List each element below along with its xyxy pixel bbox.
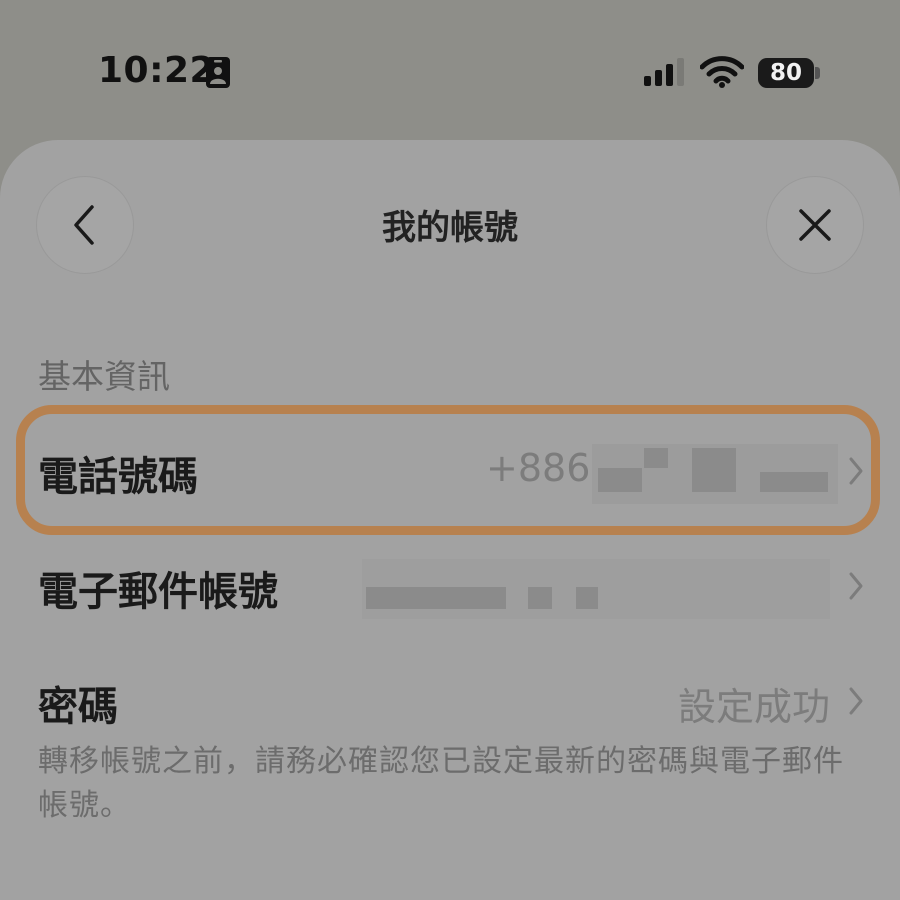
page-title: 我的帳號 — [382, 208, 518, 248]
chevron-right-icon — [849, 572, 863, 600]
battery-nub — [815, 67, 820, 79]
password-row[interactable]: 密碼 設定成功 — [0, 650, 900, 750]
status-bar: 10:22 80 — [0, 0, 900, 140]
highlight-box — [16, 405, 880, 535]
status-time: 10:22 — [98, 50, 216, 91]
redacted-block — [528, 587, 552, 609]
cellular-signal-icon — [644, 58, 684, 86]
password-status: 設定成功 — [677, 685, 830, 729]
battery-icon: 80 — [758, 58, 814, 88]
section-header: 基本資訊 — [38, 357, 170, 396]
wifi-icon — [700, 56, 744, 88]
account-sheet: 我的帳號 基本資訊 電話號碼 +886 電子郵件帳號 密碼 設定成功 轉移帳號之… — [0, 140, 900, 900]
password-label: 密碼 — [38, 684, 118, 730]
id-card-icon — [206, 57, 230, 88]
redacted-block — [366, 587, 506, 609]
chevron-right-icon — [849, 687, 863, 715]
transfer-notice: 轉移帳號之前，請務必確認您已設定最新的密碼與電子郵件帳號。 — [38, 744, 844, 823]
close-button[interactable] — [766, 176, 864, 274]
close-icon — [799, 209, 831, 241]
redacted-block — [576, 587, 598, 609]
battery-level: 80 — [769, 60, 802, 86]
email-account-row[interactable]: 電子郵件帳號 — [0, 535, 900, 635]
email-account-label: 電子郵件帳號 — [38, 569, 278, 615]
